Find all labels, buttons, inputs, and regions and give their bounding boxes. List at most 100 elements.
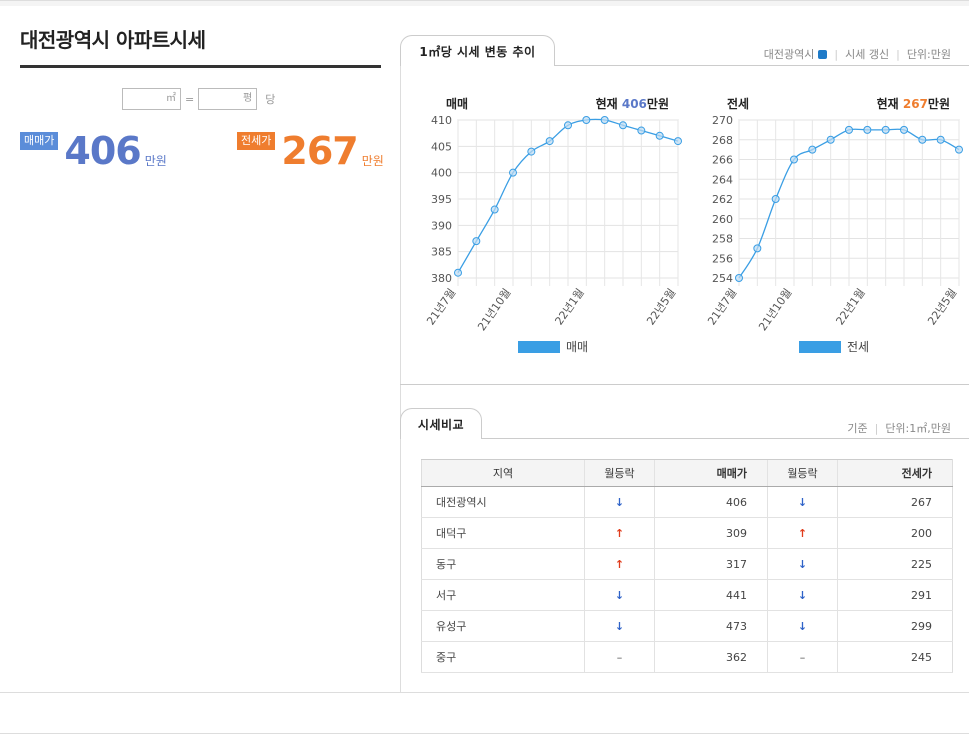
arrow-down-icon: ↓ [614, 619, 625, 633]
rent-price-cell: 299 [837, 610, 953, 642]
area-converter: ㎡ = 평 당 [122, 88, 275, 110]
rent-price-cell: 200 [837, 517, 953, 549]
legend-label-0: 매매 [566, 340, 588, 354]
y-tick-label: 395 [431, 193, 452, 206]
region-cell: 유성구 [421, 610, 585, 642]
x-tick-label: 22년5월 [644, 286, 678, 327]
y-tick-label: 405 [431, 140, 452, 153]
data-point [509, 168, 517, 177]
data-point [472, 237, 481, 246]
data-point [936, 135, 945, 144]
table-row: 동구 ↑ 317 ↓ 225 [421, 548, 953, 580]
col-sale-price: 매매가 [654, 459, 768, 487]
y-tick-label: 380 [431, 272, 452, 285]
rent-trend-cell: ↓ [767, 579, 838, 611]
m2-input[interactable]: ㎡ [122, 88, 181, 110]
table-row: 서구 ↓ 441 ↓ 291 [421, 579, 953, 611]
rent-price-cell: 245 [837, 641, 953, 673]
pyeong-input[interactable]: 평 [198, 88, 258, 110]
chart-title-0: 매매 [446, 96, 468, 111]
y-tick-label: 400 [431, 167, 452, 180]
trend-tab-meta: 대전광역시 | 시세 갱신 | 단위:만원 [763, 46, 951, 62]
tab-price-trend[interactable]: 1㎡당 시세 변동 추이 [400, 35, 555, 66]
sale-price-cell: 441 [654, 579, 768, 611]
data-point [881, 125, 890, 134]
data-point [808, 145, 817, 154]
table-row: 대전광역시 ↓ 406 ↓ 267 [421, 486, 953, 518]
arrow-down-icon: ↓ [797, 619, 808, 633]
sale-price-block: 매매가 406 만원 [20, 132, 167, 170]
trend-chart-panel: 매매 현재 406만원 380 385 390 395 400 405 410 21년7월 21년1… [400, 65, 969, 385]
arrow-down-icon: ↓ [797, 557, 808, 571]
region-cell: 동구 [421, 548, 585, 580]
page-title: 대전광역시 아파트시세 [20, 28, 206, 52]
footer-border [0, 733, 969, 734]
sale-badge: 매매가 [20, 132, 59, 150]
y-tick-label: 266 [712, 154, 733, 167]
bottom-border [0, 692, 969, 693]
base-label: 기준 [847, 422, 868, 435]
data-point [863, 125, 872, 134]
col-rent-price: 전세가 [837, 459, 953, 487]
data-point [918, 135, 927, 144]
chart-title-1: 전세 [727, 96, 749, 111]
data-point [674, 137, 682, 146]
y-tick-label: 390 [431, 219, 452, 232]
per-label: 당 [265, 93, 276, 106]
x-tick-label: 21년7월 [424, 286, 458, 327]
data-point [900, 125, 908, 134]
arrow-down-icon: ↓ [614, 588, 625, 602]
rent-trend-cell: ↓ [767, 548, 838, 580]
x-tick-label: 21년7월 [705, 286, 739, 327]
sale-price-cell: 473 [654, 610, 768, 642]
rent-price-value: 267 [281, 129, 358, 173]
rent-trend-cell: ↓ [767, 486, 838, 518]
y-tick-label: 258 [712, 233, 733, 246]
x-tick-label: 21년10월 [756, 286, 794, 333]
tab-price-compare[interactable]: 시세비교 [400, 408, 482, 439]
rent-price-cell: 267 [837, 486, 953, 518]
data-point [637, 126, 646, 135]
arrow-down-icon: ↓ [797, 588, 808, 602]
x-tick-label: 22년1월 [552, 286, 586, 327]
refresh-link[interactable]: 시세 갱신 [845, 46, 889, 62]
current-value-0: 현재 406만원 [596, 96, 669, 111]
arrow-up-icon: ↑ [614, 557, 625, 571]
data-point [955, 145, 963, 154]
table-row: 대덕구 ↑ 309 ↑ 200 [421, 517, 953, 549]
legend-swatch-1 [799, 341, 841, 353]
x-tick-label: 22년5월 [925, 286, 959, 327]
rent-price-cell: 291 [837, 579, 953, 611]
y-tick-label: 264 [712, 173, 733, 186]
rent-price-block: 전세가 267 만원 [237, 132, 384, 170]
data-point [845, 125, 853, 134]
y-tick-label: 268 [712, 134, 733, 147]
sale-trend-cell: ↓ [584, 610, 655, 642]
arrow-down-icon: ↓ [614, 495, 625, 509]
sale-price-cell: 362 [654, 641, 768, 673]
trend-charts-svg: 매매 현재 406만원 380 385 390 395 400 405 410 21년7월 21년1… [424, 96, 963, 354]
data-point [771, 195, 780, 203]
region-cell: 대전광역시 [421, 486, 585, 518]
sale-trend-cell: ↑ [584, 548, 655, 580]
region-cell: 서구 [421, 579, 585, 611]
rent-trend-cell: ↓ [767, 610, 838, 642]
x-tick-label: 22년1월 [833, 286, 867, 327]
sale-trend-cell: ↓ [584, 486, 655, 518]
current-value-1: 현재 267만원 [877, 96, 950, 111]
data-point [582, 116, 591, 124]
region-legend-swatch [818, 49, 828, 59]
no-change-icon: – [616, 650, 623, 664]
data-point [527, 147, 536, 156]
sale-price-cell: 406 [654, 486, 768, 518]
region-legend-label: 대전광역시 [763, 48, 815, 61]
compare-tab-line [400, 438, 969, 439]
data-point [655, 131, 664, 140]
data-point [545, 137, 554, 146]
data-point [753, 244, 762, 253]
data-point [826, 135, 835, 144]
y-tick-label: 410 [431, 114, 452, 127]
rent-trend-cell: – [767, 641, 838, 673]
unit-label: 단위:만원 [906, 48, 951, 61]
rent-price-unit: 만원 [361, 154, 384, 168]
